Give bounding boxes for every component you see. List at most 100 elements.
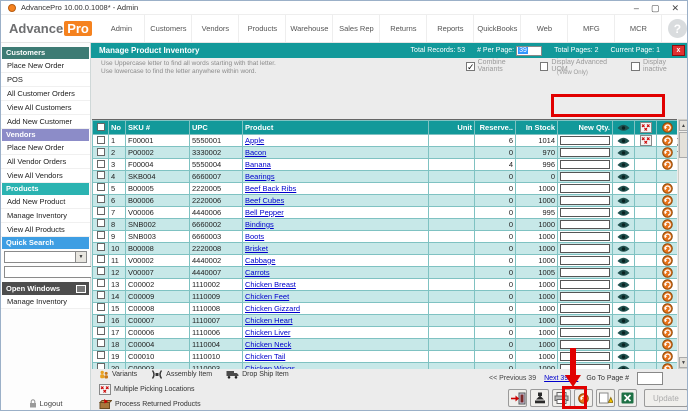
nav-item-vendors[interactable]: Vendors <box>192 15 239 42</box>
row-checkbox[interactable] <box>97 303 105 311</box>
sidebar-item-vendors-all-vendor-orders[interactable]: All Vendor Orders <box>1 155 90 169</box>
product-link[interactable]: Chicken Gizzard <box>245 304 300 313</box>
sidebar-item-vendors-place-new-order[interactable]: Place New Order <box>1 141 90 155</box>
eye-icon[interactable] <box>617 293 630 301</box>
sidebar-item-customers-view-all-customers[interactable]: View All Customers <box>1 101 90 115</box>
new-qty-input[interactable] <box>560 292 610 301</box>
process-returns-icon[interactable] <box>662 327 673 338</box>
row-checkbox[interactable] <box>97 231 105 239</box>
table-scrollbar[interactable]: ▲ ▼ <box>678 119 688 369</box>
eye-icon[interactable] <box>617 245 630 253</box>
new-qty-input[interactable] <box>560 328 610 337</box>
nav-item-products[interactable]: Products <box>239 15 286 42</box>
new-qty-input[interactable] <box>560 148 610 157</box>
eye-icon[interactable] <box>617 329 630 337</box>
maximize-button[interactable]: ▢ <box>651 3 660 13</box>
nav-item-sales-rep[interactable]: Sales Rep <box>333 15 380 42</box>
product-link[interactable]: Chicken Heart <box>245 316 293 325</box>
row-checkbox[interactable] <box>97 160 105 168</box>
row-checkbox[interactable] <box>97 148 105 156</box>
nav-item-customers[interactable]: Customers <box>145 15 192 42</box>
sidebar-item-customers-pos[interactable]: POS <box>1 73 90 87</box>
process-returns-icon[interactable] <box>662 243 673 254</box>
row-checkbox[interactable] <box>97 195 105 203</box>
excel-export-button[interactable] <box>618 389 637 407</box>
row-checkbox[interactable] <box>97 171 105 179</box>
row-checkbox[interactable] <box>97 291 105 299</box>
transfer-out-button[interactable] <box>508 389 527 407</box>
process-returns-icon[interactable] <box>662 267 673 278</box>
eye-icon[interactable] <box>617 149 630 157</box>
display-advanced-uom-checkbox[interactable] <box>540 62 549 71</box>
new-qty-input[interactable] <box>560 304 610 313</box>
new-qty-input[interactable] <box>560 340 610 349</box>
product-link[interactable]: Chicken Feet <box>245 292 289 301</box>
open-window-item-manage-inventory[interactable]: Manage Inventory <box>1 295 90 309</box>
new-qty-input[interactable] <box>560 244 610 253</box>
product-link[interactable]: Chicken Breast <box>245 280 296 289</box>
goto-page-input[interactable] <box>637 372 663 385</box>
row-checkbox[interactable] <box>97 327 105 335</box>
eye-icon[interactable] <box>617 353 630 361</box>
eye-icon[interactable] <box>617 137 630 145</box>
process-returns-icon[interactable] <box>662 195 673 206</box>
minimize-button[interactable]: – <box>634 3 639 13</box>
sidebar-item-customers-place-new-order[interactable]: Place New Order <box>1 59 90 73</box>
previous-page-link[interactable]: << Previous 39 <box>489 375 536 382</box>
eye-icon[interactable] <box>617 341 630 349</box>
help-icon[interactable]: ? <box>668 19 687 38</box>
new-qty-input[interactable] <box>560 268 610 277</box>
product-link[interactable]: Chicken Liver <box>245 328 290 337</box>
product-link[interactable]: Chicken Neck <box>245 340 291 349</box>
eye-icon[interactable] <box>617 257 630 265</box>
eye-icon[interactable] <box>617 317 630 325</box>
product-link[interactable]: Brisket <box>245 244 268 253</box>
process-returns-icon[interactable] <box>662 339 673 350</box>
eye-icon[interactable] <box>617 185 630 193</box>
process-returns-icon[interactable] <box>662 255 673 266</box>
new-qty-input[interactable] <box>560 172 610 181</box>
row-checkbox[interactable] <box>97 267 105 275</box>
eye-icon[interactable] <box>617 269 630 277</box>
product-link[interactable]: Bell Pepper <box>245 208 284 217</box>
process-returns-icon[interactable] <box>662 291 673 302</box>
row-checkbox[interactable] <box>97 219 105 227</box>
new-qty-input[interactable] <box>560 208 610 217</box>
process-returns-icon[interactable] <box>662 351 673 362</box>
new-qty-input[interactable] <box>560 220 610 229</box>
nav-item-mfg[interactable]: MFG <box>568 15 615 42</box>
eye-icon[interactable] <box>617 209 630 217</box>
select-all-checkbox[interactable] <box>97 123 105 131</box>
process-returns-icon[interactable] <box>662 207 673 218</box>
per-page-input[interactable]: 39 <box>516 46 542 56</box>
row-checkbox[interactable] <box>97 207 105 215</box>
process-returns-icon[interactable] <box>662 159 673 170</box>
new-qty-input[interactable] <box>560 364 610 370</box>
product-link[interactable]: Carrots <box>245 268 270 277</box>
close-page-button[interactable]: x <box>672 45 685 56</box>
eye-icon[interactable] <box>617 221 630 229</box>
process-returns-icon[interactable] <box>662 183 673 194</box>
eye-icon[interactable] <box>617 197 630 205</box>
product-link[interactable]: Beef Back Ribs <box>245 184 296 193</box>
nav-item-mcr[interactable]: MCR <box>615 15 662 42</box>
process-returns-icon[interactable] <box>662 279 673 290</box>
process-returns-icon[interactable] <box>662 147 673 158</box>
product-link[interactable]: Bindings <box>245 220 274 229</box>
close-window-button[interactable]: ✕ <box>671 3 679 13</box>
eye-icon[interactable] <box>617 281 630 289</box>
sidebar-item-customers-all-customer-orders[interactable]: All Customer Orders <box>1 87 90 101</box>
new-qty-input[interactable] <box>560 316 610 325</box>
row-checkbox[interactable] <box>97 351 105 359</box>
chevron-down-icon[interactable]: ▼ <box>75 252 86 262</box>
row-checkbox[interactable] <box>97 183 105 191</box>
quick-search-dropdown[interactable]: ▼ <box>4 251 87 263</box>
scrollbar-thumb[interactable] <box>679 132 688 158</box>
sidebar-item-vendors-view-all-vendors[interactable]: View All Vendors <box>1 169 90 183</box>
product-link[interactable]: Chicken Tail <box>245 352 285 361</box>
eye-icon[interactable] <box>617 365 630 370</box>
new-qty-input[interactable] <box>560 160 610 169</box>
sidebar-item-products-view-all-products[interactable]: View All Products <box>1 223 90 237</box>
product-link[interactable]: Boots <box>245 232 264 241</box>
nav-item-warehouse[interactable]: Warehouse <box>286 15 333 42</box>
